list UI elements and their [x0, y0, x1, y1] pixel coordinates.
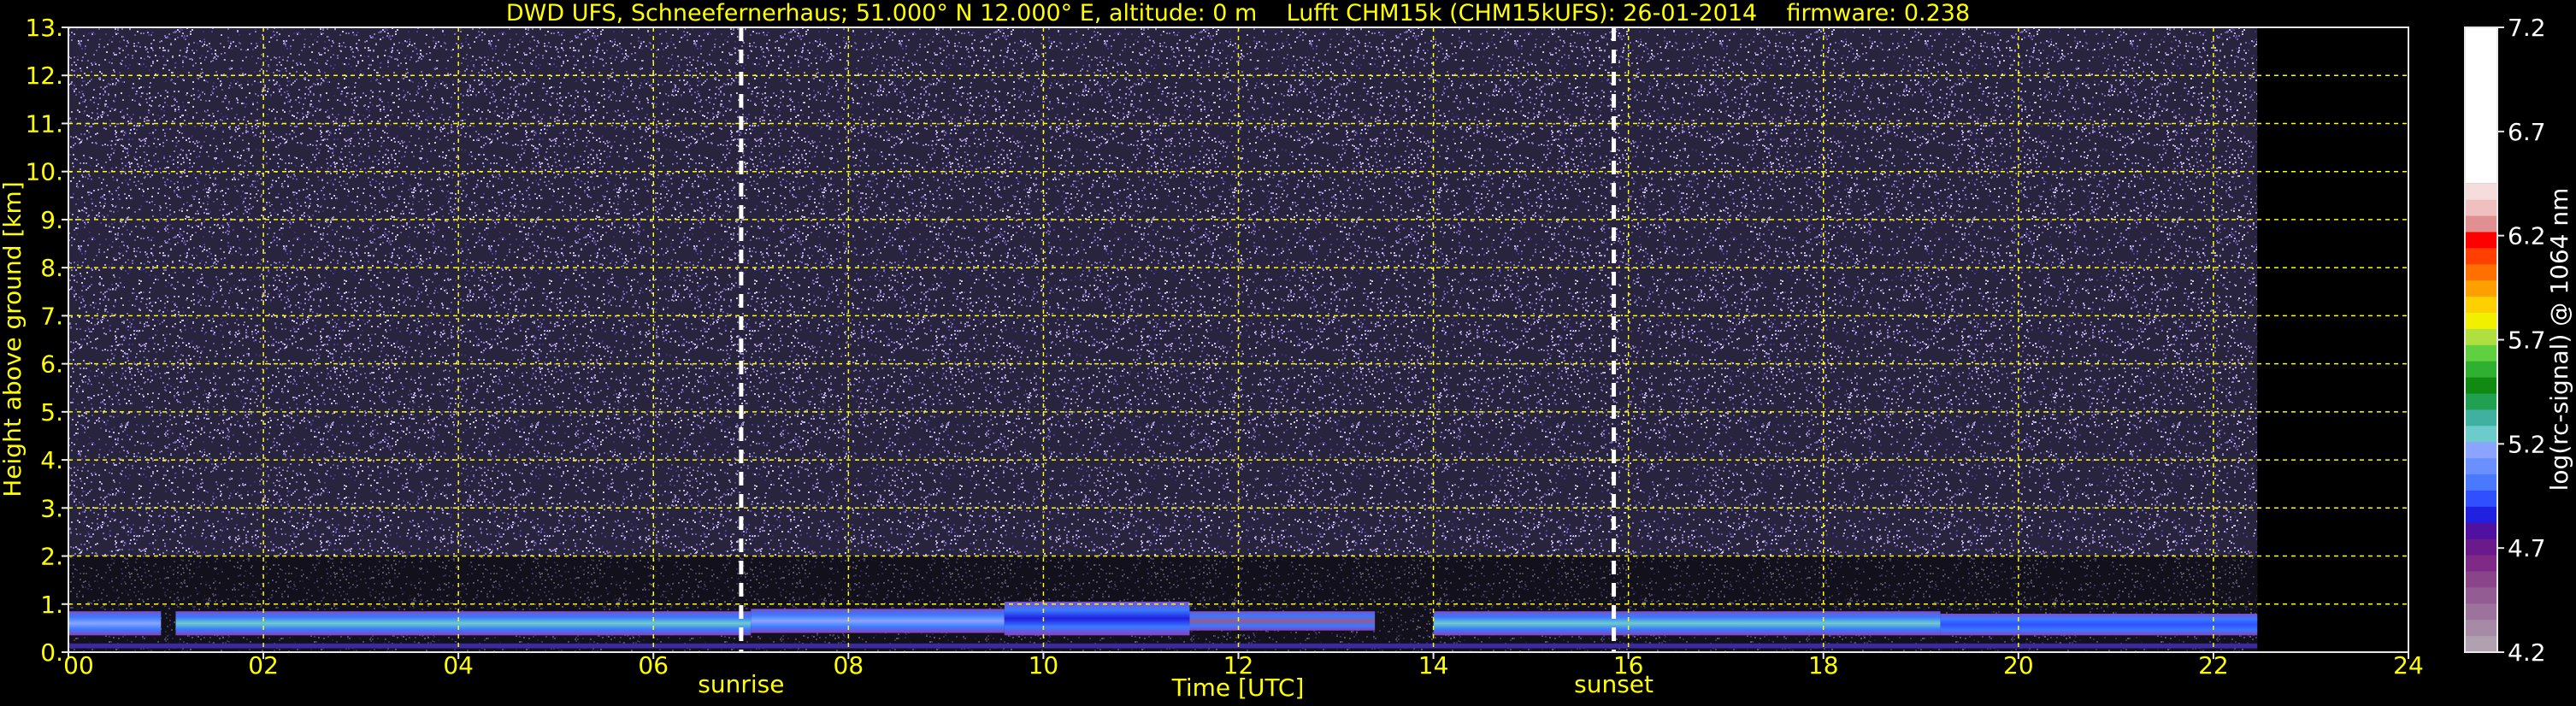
colorbar-label: log(rc-signal) @ 1064 nm [2545, 188, 2573, 491]
sunrise-label: sunrise [698, 670, 784, 698]
cloud-layer-1 [68, 611, 162, 636]
x-tick-label: 10 [1029, 651, 1059, 680]
colorbar-segment [2465, 409, 2497, 427]
colorbar-segment [2465, 215, 2497, 232]
y-tick-label: 7. [40, 302, 63, 330]
colorbar-segment [2465, 522, 2497, 540]
colorbar-segment [2465, 377, 2497, 395]
colorbar-tick-label: 6.7 [2508, 118, 2546, 146]
y-tick-label: 10. [25, 158, 63, 186]
y-tick-label: 2. [40, 543, 63, 571]
y-axis-label: Height above ground [km] [0, 181, 27, 497]
colorbar-segment [2465, 232, 2497, 249]
x-tick-label: 00 [63, 651, 94, 680]
x-tick-label: 06 [638, 651, 669, 680]
x-tick-label: 18 [1808, 651, 1839, 680]
colorbar-segment [2465, 393, 2497, 410]
colorbar-segment [2465, 264, 2497, 281]
colorbar-tick-label: 5.7 [2508, 327, 2546, 355]
plot-area [68, 27, 2258, 652]
x-tick-label: 08 [834, 651, 864, 680]
colorbar-segment [2465, 361, 2497, 379]
ceilometer-chart: sunrise sunset 00 02 04 06 08 10 12 14 16 18 20 22 24… [0, 0, 2576, 706]
cloud-layer-7 [1940, 614, 2258, 636]
chart-title: DWD UFS, Schneefernerhaus; 51.000° N 12.… [506, 0, 1970, 26]
x-tick-label: 20 [2003, 651, 2034, 680]
colorbar-segment [2465, 442, 2497, 459]
colorbar-segment [2465, 248, 2497, 265]
x-axis-label: Time [UTC] [1171, 674, 1305, 702]
colorbar-segment [2465, 636, 2497, 653]
y-tick-label: 5. [40, 398, 63, 427]
colorbar-segment [2465, 344, 2497, 362]
y-tick-label: 3. [40, 494, 63, 522]
colorbar-segment [2465, 328, 2497, 346]
y-tick-label: 11. [25, 109, 63, 138]
colorbar-segment [2465, 183, 2497, 201]
surface-layer [68, 643, 2258, 649]
y-tick-label: 1. [40, 591, 63, 619]
cloud-layer-6 [1433, 611, 1941, 636]
y-tick-label: 0. [40, 638, 63, 667]
colorbar-segment [2465, 620, 2497, 637]
x-tick-label: 02 [248, 651, 279, 680]
colorbar-segment [2465, 506, 2497, 524]
colorbar-tick-label: 6.2 [2508, 222, 2546, 250]
colorbar-segment [2465, 474, 2497, 491]
colorbar-segment [2465, 538, 2497, 556]
colorbar-top-white [2465, 27, 2497, 184]
y-tick-label: 8. [40, 254, 63, 282]
colorbar-segment [2465, 587, 2497, 604]
colorbar-segment [2465, 490, 2497, 508]
x-tick-label: 16 [1613, 651, 1644, 680]
cloud-layer-3 [751, 609, 1005, 633]
colorbar-tick-label: 7.2 [2508, 14, 2546, 42]
colorbar-tick-label: 4.2 [2508, 638, 2546, 667]
colorbar-segment [2465, 555, 2497, 572]
colorbar-segment [2465, 312, 2497, 330]
x-tick-label: 24 [2393, 651, 2424, 680]
colorbar-segment [2465, 603, 2497, 621]
cloud-layer-4 [1004, 601, 1190, 636]
y-tick-label: 13. [25, 14, 63, 42]
colorbar-segment [2465, 297, 2497, 314]
x-tick-label: 22 [2198, 651, 2229, 680]
colorbar-segment [2465, 426, 2497, 443]
colorbar-tick-label: 5.2 [2508, 430, 2546, 458]
x-tick-label: 14 [1418, 651, 1449, 680]
y-tick-label: 6. [40, 350, 63, 379]
colorbar-segment [2465, 280, 2497, 297]
y-tick-label: 12. [25, 62, 63, 90]
colorbar-tick-label: 4.7 [2508, 534, 2546, 562]
cloud-layer-2 [175, 611, 752, 636]
cloud-layer-5 [1189, 611, 1376, 631]
colorbar-segment [2465, 199, 2497, 217]
x-tick-label: 04 [443, 651, 474, 680]
colorbar-segment [2465, 458, 2497, 475]
y-tick-label: 9. [40, 206, 63, 234]
y-tick-label: 4. [40, 446, 63, 474]
colorbar-segment [2465, 571, 2497, 588]
